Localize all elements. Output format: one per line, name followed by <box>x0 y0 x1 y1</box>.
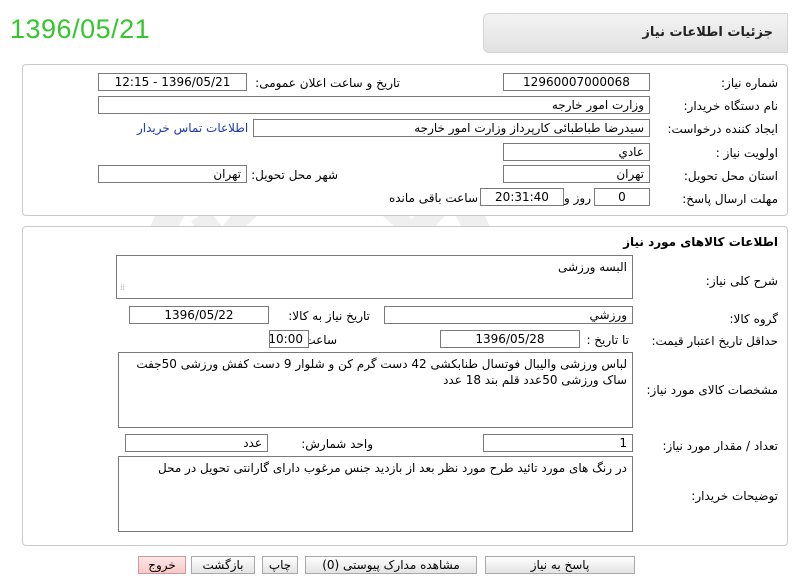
stamp-date: 1396/05/21 <box>10 14 151 44</box>
group-field: ورزشي <box>384 306 633 324</box>
city-label: شهر محل تحویل: <box>251 168 338 182</box>
unit-label: واحد شمارش: <box>301 437 373 451</box>
creator-label: ایجاد کننده درخواست: <box>667 122 778 136</box>
summary-label: شرح کلی نیاز: <box>705 274 778 288</box>
days-label: روز و <box>564 191 591 205</box>
print-button[interactable]: چاپ <box>262 556 298 574</box>
exit-button[interactable]: خروج <box>138 556 186 574</box>
specs-text: لباس ورزشی والیبال فوتسال طنابکشی 42 دست… <box>136 357 627 387</box>
unit-field: عدد <box>125 434 268 452</box>
time-field: 10:00 <box>269 330 309 348</box>
deadline-label: مهلت ارسال پاسخ: <box>682 192 778 206</box>
time-left-field: 20:31:40 <box>480 188 564 206</box>
page-title: جزئیات اطلاعات نیاز <box>642 25 773 40</box>
buyer-notes-field: در رنگ های مورد تائید طرح مورد نظر بعد ا… <box>118 456 633 532</box>
days-field: 0 <box>594 188 650 206</box>
priority-label: اولویت نیاز : <box>715 146 778 160</box>
qty-label: تعداد / مقدار مورد نیاز: <box>662 439 778 453</box>
attachments-button[interactable]: مشاهده مدارک پیوستی (0) <box>305 556 477 574</box>
specs-field: لباس ورزشی والیبال فوتسال طنابکشی 42 دست… <box>118 352 633 428</box>
need-number-label: شماره نیاز: <box>721 76 778 90</box>
city-field: تهران <box>98 165 247 183</box>
buyer-org-field: وزارت امور خارجه <box>98 96 650 114</box>
buyer-notes-text: در رنگ های مورد تائید طرح مورد نظر بعد ا… <box>157 461 627 475</box>
goods-section-title: اطلاعات کالاهای مورد نیاز <box>623 235 778 249</box>
until-date-field: 1396/05/28 <box>440 330 580 348</box>
summary-text: البسه ورزشی <box>557 260 627 274</box>
summary-field: البسه ورزشی ⁞⁞ <box>116 255 633 299</box>
need-date-field: 1396/05/22 <box>129 306 269 324</box>
need-number-field: 12960007000068 <box>503 73 650 91</box>
until-date-label: تا تاریخ : <box>586 333 629 347</box>
creator-field: سیدرضا طباطبائی کارپرداز وزارت امور خارج… <box>253 119 650 137</box>
buyer-notes-label: توضیحات خریدار: <box>691 489 778 503</box>
qty-field: 1 <box>483 434 633 452</box>
back-button[interactable]: بازگشت <box>191 556 255 574</box>
reply-button[interactable]: پاسخ به نیاز <box>485 556 635 574</box>
group-label: گروه کالا: <box>729 312 779 326</box>
province-field: تهران <box>503 165 650 183</box>
need-date-label: تاریخ نیاز به کالا: <box>288 309 370 323</box>
resize-grip-icon[interactable]: ⁞⁞ <box>120 280 125 296</box>
priority-field: عادي <box>503 143 650 161</box>
page-title-bar: جزئیات اطلاعات نیاز <box>483 13 788 53</box>
contact-buyer-link[interactable]: اطلاعات تماس خریدار <box>137 121 248 135</box>
remaining-label: ساعت باقی مانده <box>388 191 478 205</box>
specs-label: مشخصات کالای مورد نیاز: <box>646 383 778 397</box>
province-label: استان محل تحویل: <box>683 169 778 183</box>
buyer-org-label: نام دستگاه خریدار: <box>683 99 779 113</box>
min-validity-label: حداقل تاریخ اعتبار قیمت: <box>651 334 778 348</box>
announce-label: تاریخ و ساعت اعلان عمومی: <box>255 76 400 90</box>
announce-field: 1396/05/21 - 12:15 <box>98 73 247 91</box>
